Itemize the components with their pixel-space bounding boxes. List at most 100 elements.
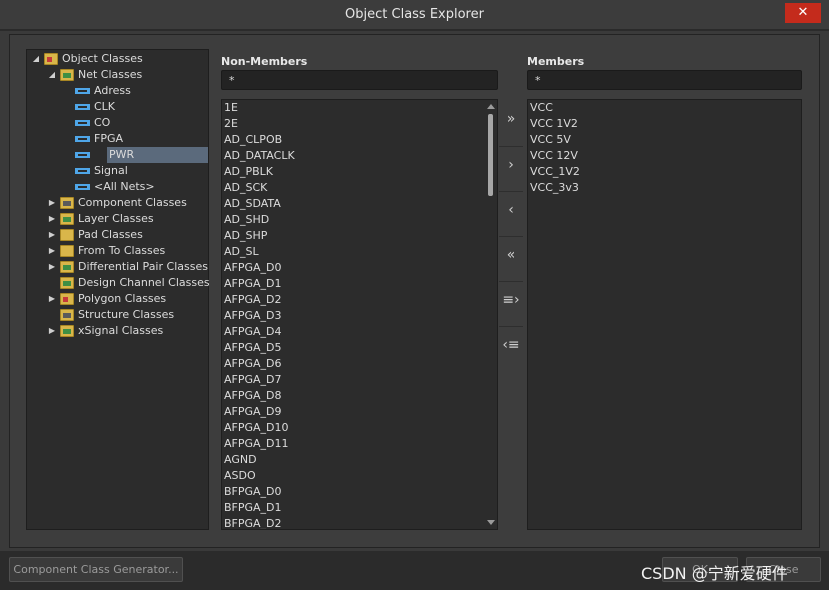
net-class-icon	[75, 184, 90, 190]
list-item[interactable]: AFPGA_D1	[224, 276, 282, 292]
scroll-thumb[interactable]	[488, 114, 493, 196]
list-item[interactable]: VCC	[530, 100, 553, 116]
object-classes-icon	[44, 53, 58, 65]
expand-arrow-icon[interactable]: ▶	[47, 211, 57, 227]
tree-item-label: Design Channel Classes	[78, 276, 210, 289]
tree-item[interactable]: ▶ Polygon Classes	[27, 291, 207, 307]
list-item[interactable]: VCC 1V2	[530, 116, 578, 132]
list-item[interactable]: AFPGA_D4	[224, 324, 282, 340]
differential-pair-classes-folder-icon	[60, 261, 74, 273]
expand-arrow-icon[interactable]: ▶	[47, 243, 57, 259]
list-item[interactable]: VCC_1V2	[530, 164, 580, 180]
tree-item[interactable]: <All Nets>	[27, 179, 207, 195]
list-item[interactable]: AD_SCK	[224, 180, 267, 196]
list-item[interactable]: AFPGA_D6	[224, 356, 282, 372]
list-item[interactable]: VCC 5V	[530, 132, 571, 148]
collapse-arrow-icon[interactable]: ◢	[31, 51, 41, 67]
list-item[interactable]: AD_SHP	[224, 228, 267, 244]
tree-item[interactable]: CLK	[27, 99, 207, 115]
tree-item-label: xSignal Classes	[78, 324, 164, 337]
tree-item-label: Differential Pair Classes	[78, 260, 208, 273]
tree-item[interactable]: Signal	[27, 163, 207, 179]
collapse-arrow-icon[interactable]: ◢	[47, 67, 57, 83]
pad-classes-folder-icon	[60, 229, 74, 241]
list-item[interactable]: 1E	[224, 100, 238, 116]
scroll-up-arrow-icon[interactable]	[487, 104, 495, 109]
non-members-list[interactable]: 1E 2E AD_CLPOB AD_DATACLK AD_PBLK AD_SCK AD_SD…	[221, 99, 498, 530]
tree-item[interactable]: ▶ From To Classes	[27, 243, 207, 259]
list-item[interactable]: VCC_3v3	[530, 180, 579, 196]
list-item[interactable]: VCC 12V	[530, 148, 578, 164]
tree-item[interactable]: CO	[27, 115, 207, 131]
window-title: Object Class Explorer	[345, 7, 484, 22]
list-item[interactable]: AD_DATACLK	[224, 148, 295, 164]
tree-item-label: PWR	[109, 148, 135, 161]
move-all-to-members-button[interactable]: »	[499, 101, 523, 137]
net-classes-folder-icon	[60, 69, 74, 81]
tree-item-label: <All Nets>	[94, 180, 155, 193]
net-class-icon	[75, 104, 90, 110]
expand-arrow-icon[interactable]: ▶	[47, 323, 57, 339]
tree-item-label: Net Classes	[78, 68, 143, 81]
tree-item-label: Object Classes	[62, 52, 143, 65]
tree-item[interactable]: ▶ xSignal Classes	[27, 323, 207, 339]
list-item[interactable]: BFPGA_D2	[224, 516, 282, 529]
list-item[interactable]: AD_CLPOB	[224, 132, 282, 148]
tree-item-label: Layer Classes	[78, 212, 154, 225]
list-item[interactable]: AD_SL	[224, 244, 259, 260]
xsignal-classes-folder-icon	[60, 325, 74, 337]
list-item[interactable]: AD_SHD	[224, 212, 269, 228]
scroll-down-arrow-icon[interactable]	[487, 520, 495, 525]
non-members-filter-input[interactable]: *	[221, 70, 498, 90]
tree-item[interactable]: ◢ Object Classes	[27, 51, 207, 67]
members-caption: Members	[527, 55, 585, 68]
expand-arrow-icon[interactable]: ▶	[47, 195, 57, 211]
list-item[interactable]: AGND	[224, 452, 257, 468]
list-item[interactable]: AFPGA_D9	[224, 404, 282, 420]
move-to-members-button[interactable]: ›	[499, 146, 523, 182]
list-item[interactable]: AFPGA_D2	[224, 292, 282, 308]
list-item[interactable]: ASDO	[224, 468, 256, 484]
members-filter-input[interactable]: *	[527, 70, 802, 90]
move-all-to-non-members-button[interactable]: «	[499, 236, 523, 272]
list-item[interactable]: AFPGA_D7	[224, 372, 282, 388]
tree-item[interactable]: PWR	[75, 147, 208, 163]
move-filtered-to-non-members-button[interactable]: ‹≡	[499, 326, 523, 362]
list-item[interactable]: BFPGA_D0	[224, 484, 282, 500]
list-item[interactable]: AFPGA_D10	[224, 420, 289, 436]
tree-item-label: Signal	[94, 164, 128, 177]
tree-item[interactable]: FPGA	[27, 131, 207, 147]
move-to-non-members-button[interactable]: ‹	[499, 191, 523, 227]
expand-arrow-icon[interactable]: ▶	[47, 227, 57, 243]
tree-item[interactable]: Structure Classes	[27, 307, 207, 323]
expand-arrow-icon[interactable]: ▶	[47, 291, 57, 307]
title-bar: Object Class Explorer ✕	[0, 0, 829, 30]
tree-item[interactable]: ▶ Differential Pair Classes	[27, 259, 208, 275]
list-item[interactable]: AD_PBLK	[224, 164, 273, 180]
tree-item[interactable]: ▶ Layer Classes	[27, 211, 207, 227]
tree-item[interactable]: ◢ Net Classes	[27, 67, 207, 83]
list-item[interactable]: 2E	[224, 116, 238, 132]
component-classes-folder-icon	[60, 197, 74, 209]
tree-item[interactable]: ▶ Pad Classes	[27, 227, 207, 243]
list-item[interactable]: AFPGA_D11	[224, 436, 289, 452]
tree-item[interactable]: Design Channel Classes	[27, 275, 210, 291]
list-item[interactable]: AFPGA_D3	[224, 308, 282, 324]
list-item[interactable]: AFPGA_D0	[224, 260, 282, 276]
object-class-tree[interactable]: ◢ Object Classes ◢ Net Classes Adress CLK CO FP…	[26, 49, 210, 530]
list-item[interactable]: BFPGA_D1	[224, 500, 282, 516]
list-item[interactable]: AD_SDATA	[224, 196, 281, 212]
polygon-classes-folder-icon	[60, 293, 74, 305]
move-filtered-to-members-button[interactable]: ≡›	[499, 281, 523, 317]
component-class-generator-button[interactable]: Component Class Generator...	[9, 557, 183, 582]
expand-arrow-icon[interactable]: ▶	[47, 259, 57, 275]
tree-item[interactable]: Adress	[27, 83, 207, 99]
net-class-icon	[75, 168, 90, 174]
list-item[interactable]: AFPGA_D8	[224, 388, 282, 404]
tree-item[interactable]: ▶ Component Classes	[27, 195, 207, 211]
close-window-button[interactable]: ✕	[785, 3, 821, 23]
list-item[interactable]: AFPGA_D5	[224, 340, 282, 356]
members-list[interactable]: VCC VCC 1V2 VCC 5V VCC 12V VCC_1V2 VCC_3v3	[527, 99, 802, 530]
net-class-icon	[75, 120, 90, 126]
non-members-scrollbar[interactable]	[484, 100, 497, 529]
